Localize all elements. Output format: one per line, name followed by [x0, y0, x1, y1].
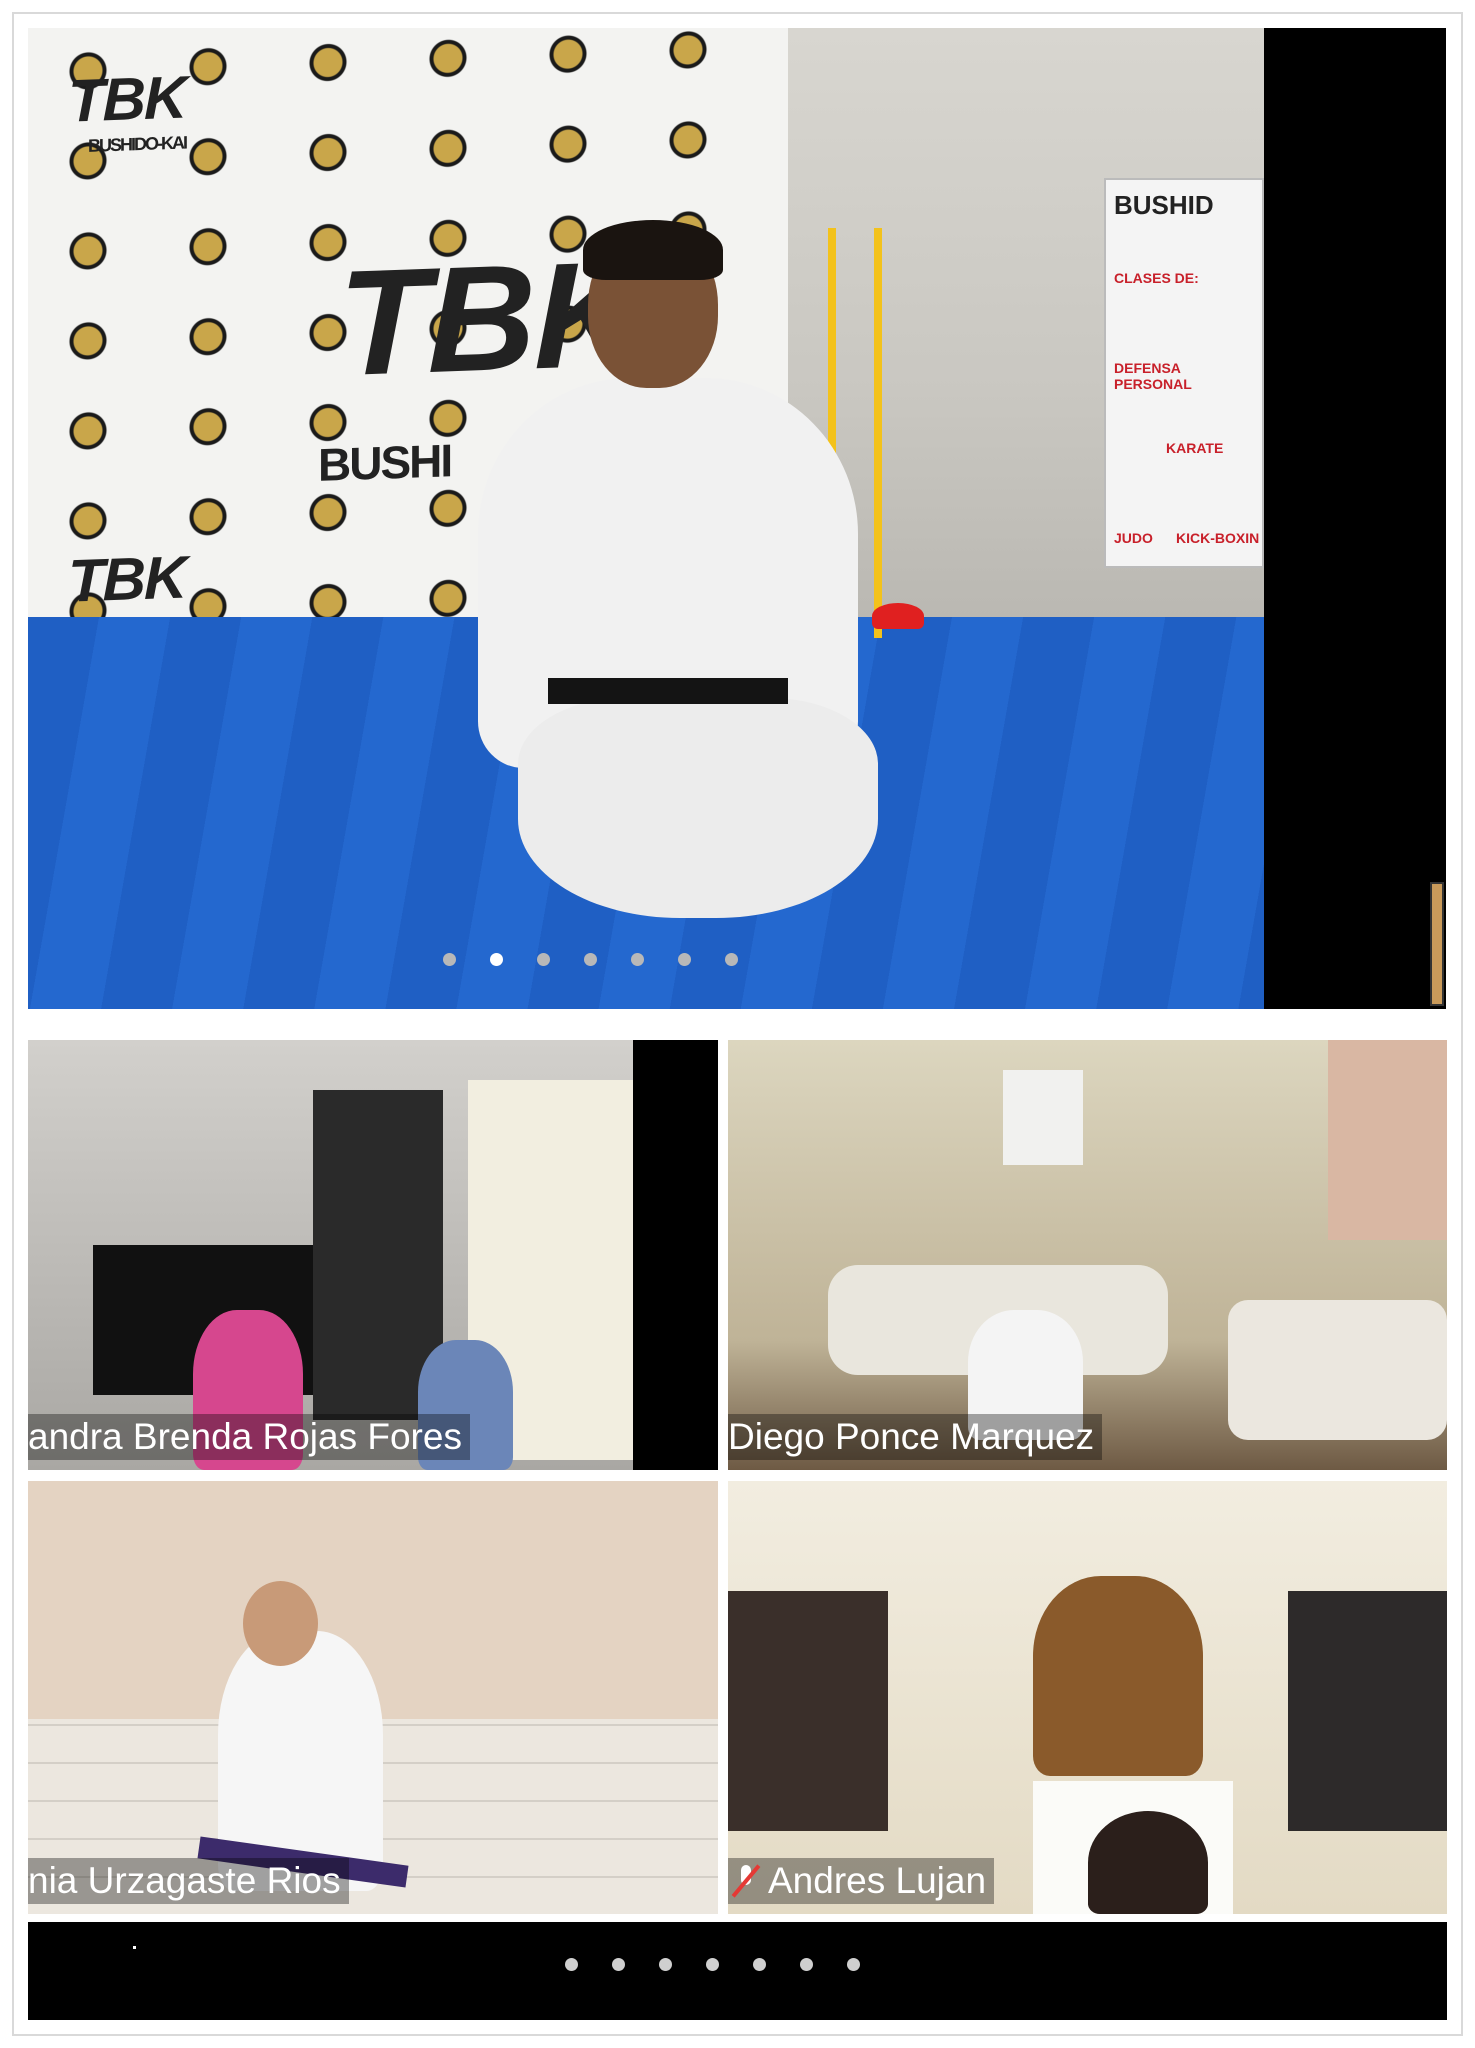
participant-tile[interactable]: nia Urzagaste Rios	[28, 1481, 718, 1914]
page-dot[interactable]	[847, 1958, 860, 1971]
main-speaker-video[interactable]: TBK TBK TBK BUSHI BUSHIDO-KAI BUSHID CLA…	[28, 28, 1264, 1009]
armchair	[1228, 1300, 1447, 1440]
poster-line: KICK-BOXIN	[1176, 530, 1260, 546]
page-dot[interactable]	[565, 1958, 578, 1971]
banner-text-bushi: BUSHI	[318, 434, 452, 491]
poster-line: CLASES DE:	[1114, 270, 1199, 286]
curtain	[1328, 1040, 1447, 1240]
page-dot-active[interactable]	[490, 953, 503, 966]
poster-line: DEFENSA PERSONAL	[1114, 360, 1192, 392]
window-left	[728, 1591, 888, 1831]
window-right	[1288, 1591, 1447, 1831]
main-page-indicator[interactable]	[443, 953, 738, 966]
poster-title: BUSHID	[1114, 190, 1214, 220]
child-face	[243, 1581, 318, 1666]
participant-name: Andres Lujan	[768, 1860, 987, 1901]
participant-name-bar: Andres Lujan	[728, 1858, 995, 1904]
gallery-page-indicator[interactable]	[565, 1958, 860, 1971]
kneeling-legs	[518, 698, 878, 918]
banner-logo-small: TBK	[68, 63, 186, 135]
page-dot[interactable]	[800, 1958, 813, 1971]
next-panel-edge[interactable]	[1430, 882, 1444, 1006]
page-dot[interactable]	[725, 953, 738, 966]
gallery-pager-bar	[28, 1922, 1447, 2020]
participant-name: nia Urzagaste Rios	[28, 1858, 349, 1904]
child-dark-hair	[1088, 1811, 1208, 1914]
instructor-hair	[583, 220, 723, 280]
page-dot[interactable]	[631, 953, 644, 966]
banner-logo-small-2: TBK	[68, 543, 186, 615]
page-dot[interactable]	[659, 1958, 672, 1971]
black-belt	[548, 678, 788, 704]
banner-subtext: BUSHIDO-KAI	[88, 132, 186, 156]
wall-lamp	[1003, 1070, 1083, 1165]
video-letterbox	[1264, 28, 1446, 1009]
participant-tile[interactable]: Andres Lujan	[728, 1481, 1447, 1914]
carved-mirror	[1033, 1576, 1203, 1776]
poster-line: JUDO	[1114, 530, 1153, 546]
participant-name: andra Brenda Rojas Fores	[28, 1414, 470, 1460]
page-dot[interactable]	[612, 1958, 625, 1971]
instructor-figure	[478, 220, 898, 928]
page-dot[interactable]	[584, 953, 597, 966]
participant-name: Diego Ponce Marquez	[728, 1414, 1103, 1460]
page-dot[interactable]	[537, 953, 550, 966]
participant-tile[interactable]: andra Brenda Rojas Fores	[28, 1040, 718, 1470]
tile-letterbox	[633, 1040, 718, 1470]
page-dot-active[interactable]	[706, 1958, 719, 1971]
academy-poster: BUSHID CLASES DE: DEFENSA PERSONAL KARAT…	[1104, 178, 1264, 568]
status-dot	[133, 1946, 136, 1949]
poster-line: KARATE	[1166, 440, 1224, 456]
participant-tile[interactable]: Diego Ponce Marquez	[728, 1040, 1447, 1470]
mic-muted-icon	[732, 1863, 760, 1899]
page-dot[interactable]	[678, 953, 691, 966]
page-dot[interactable]	[443, 953, 456, 966]
page-dot[interactable]	[753, 1958, 766, 1971]
